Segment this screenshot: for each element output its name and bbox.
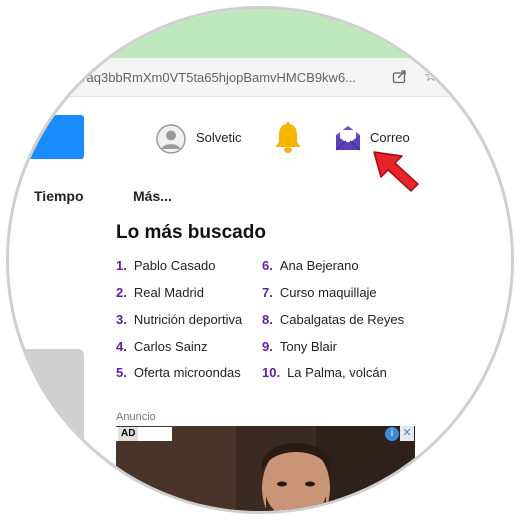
star-icon[interactable]: ☆: [424, 67, 437, 85]
ad-close-icon[interactable]: ✕: [400, 426, 414, 441]
trending-rank: 6.: [262, 258, 273, 273]
trending-item[interactable]: 1. Pablo Casado: [116, 258, 216, 273]
trending-label[interactable]: Curso maquillaje: [280, 285, 377, 300]
magnifier-circle: vaq3bbRmXm0VT5ta65hjopBamvHMCB9kw6... ☆ …: [6, 6, 514, 514]
mail-link[interactable]: Correo: [370, 130, 410, 145]
ad-banner[interactable]: AD i ✕: [116, 426, 415, 511]
trending-label[interactable]: Tony Blair: [280, 339, 337, 354]
pointer-arrow-icon: [373, 151, 419, 192]
trending-rank: 8.: [262, 312, 273, 327]
trending-rank: 5.: [116, 365, 127, 380]
url-text[interactable]: vaq3bbRmXm0VT5ta65hjopBamvHMCB9kw6...: [80, 70, 356, 85]
trending-title: Lo más buscado: [116, 222, 266, 243]
share-icon[interactable]: [392, 68, 408, 84]
trending-item[interactable]: 6. Ana Bejerano: [262, 258, 359, 273]
ad-badge-text: AD: [118, 427, 139, 441]
trending-rank: 3.: [116, 312, 127, 327]
zoom-frame: vaq3bbRmXm0VT5ta65hjopBamvHMCB9kw6... ☆ …: [0, 0, 520, 520]
avatar-icon: [156, 124, 186, 154]
trending-item[interactable]: 3. Nutrición deportiva: [116, 312, 242, 327]
trending-item[interactable]: 8. Cabalgatas de Reyes: [262, 312, 404, 327]
trending-label[interactable]: Real Madrid: [134, 285, 204, 300]
trending-label[interactable]: Ana Bejerano: [280, 258, 359, 273]
trending-rank: 1.: [116, 258, 127, 273]
trending-item[interactable]: 2. Real Madrid: [116, 285, 204, 300]
trending-rank: 10.: [262, 365, 281, 380]
trending-label[interactable]: Oferta microondas: [134, 365, 241, 380]
user-name[interactable]: Solvetic: [196, 130, 242, 145]
chevron-left-icon: ‹: [30, 125, 37, 147]
trending-label[interactable]: Cabalgatas de Reyes: [280, 312, 404, 327]
trending-label[interactable]: Nutrición deportiva: [134, 312, 242, 327]
trending-label[interactable]: La Palma, volcán: [287, 365, 387, 380]
ad-badge: AD: [116, 427, 172, 441]
trending-label[interactable]: Pablo Casado: [134, 258, 216, 273]
nav-item-tiempo[interactable]: Tiempo: [34, 188, 84, 204]
bell-icon[interactable]: [272, 121, 304, 155]
trending-item[interactable]: 4. Carlos Sainz: [116, 339, 208, 354]
trending-rank: 2.: [116, 285, 127, 300]
trending-rank: 7.: [262, 285, 273, 300]
ad-info-icon[interactable]: i: [385, 427, 399, 441]
address-bar[interactable]: vaq3bbRmXm0VT5ta65hjopBamvHMCB9kw6... ☆: [9, 58, 511, 97]
page-viewport: vaq3bbRmXm0VT5ta65hjopBamvHMCB9kw6... ☆ …: [9, 9, 511, 511]
trending-item[interactable]: 9. Tony Blair: [262, 339, 337, 354]
trending-rank: 4.: [116, 339, 127, 354]
ad-label: Anuncio: [116, 411, 156, 423]
envelope-icon[interactable]: [333, 124, 363, 152]
browser-tab-bar: [9, 9, 511, 58]
trending-label[interactable]: Carlos Sainz: [134, 339, 208, 354]
trending-item[interactable]: 5. Oferta microondas: [116, 365, 241, 380]
trending-rank: 9.: [262, 339, 273, 354]
nav-item-mas[interactable]: Más...: [133, 188, 172, 204]
trending-item[interactable]: 10. La Palma, volcán: [262, 365, 387, 380]
side-panel: [9, 349, 84, 469]
trending-list: 1. Pablo Casado 2. Real Madrid 3. Nutrición…: [116, 258, 416, 388]
back-button[interactable]: ‹: [9, 115, 84, 159]
trending-item[interactable]: 7. Curso maquillaje: [262, 285, 377, 300]
